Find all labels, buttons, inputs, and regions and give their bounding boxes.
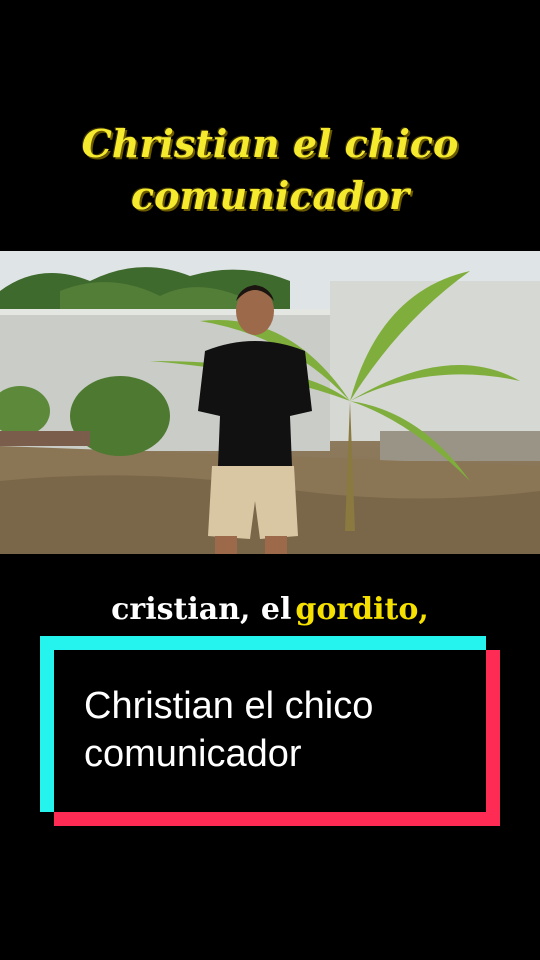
caption-text-yellow: gordito, <box>292 589 432 630</box>
video-frame <box>0 251 540 554</box>
video-title: Christian el chico comunicador <box>0 118 540 222</box>
card-text-panel: Christian el chico comunicador <box>54 650 486 812</box>
card-line-2: comunicador <box>84 733 302 775</box>
card-line-1: Christian el chico <box>84 685 374 727</box>
video-title-line-2: comunicador <box>130 173 410 218</box>
video-title-line-1: Christian el chico <box>81 121 459 166</box>
title-card: Christian el chico comunicador <box>40 636 500 826</box>
caption-text-white: cristian, el <box>108 589 294 630</box>
subtitle-caption: cristian, el gordito, <box>0 589 540 630</box>
